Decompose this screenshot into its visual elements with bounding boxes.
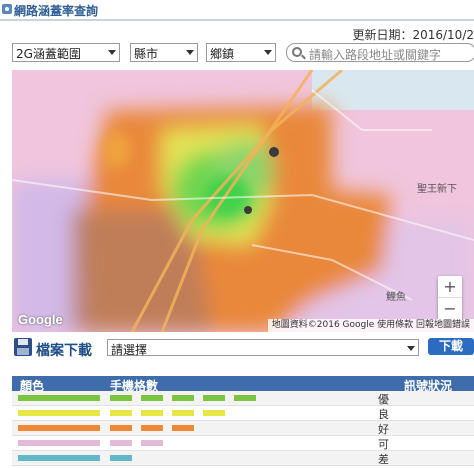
- zoom-out-button[interactable]: −: [438, 298, 462, 320]
- search-placeholder: 請輸入路段地址或關鍵字: [309, 48, 442, 62]
- map-canvas: 聖王新下 鯉魚: [12, 70, 474, 332]
- legend-color-swatch: [18, 455, 100, 461]
- location-pin-icon: [2, 4, 12, 14]
- signal-legend-table: 顏色 手機格數 訊號狀況 優良好可差: [12, 376, 474, 466]
- chevron-down-icon: [108, 50, 116, 55]
- coverage-select[interactable]: 2G涵蓋範圍: [12, 43, 120, 62]
- legend-rows: 優良好可差: [12, 391, 474, 466]
- county-select-value: 縣市: [134, 47, 159, 61]
- download-select[interactable]: 請選擇: [107, 339, 419, 357]
- signal-bar-icon: [141, 410, 163, 416]
- map-attribution[interactable]: 地圖資料©2016 Google 使用條款 回報地圖錯誤: [267, 319, 474, 332]
- filter-controls: 2G涵蓋範圍 縣市 鄉鎮 請輸入路段地址或關鍵字: [12, 43, 474, 62]
- signal-bar-icon: [110, 425, 132, 431]
- signal-bar-icon: [172, 395, 194, 401]
- legend-row: 差: [12, 451, 474, 466]
- county-select[interactable]: 縣市: [130, 43, 198, 62]
- legend-status: 優: [378, 393, 389, 406]
- legend-status: 良: [378, 408, 389, 421]
- signal-bar-icon: [203, 395, 225, 401]
- chevron-down-icon: [407, 346, 415, 351]
- legend-header: 顏色 手機格數 訊號狀況: [12, 376, 474, 393]
- signal-bar-icon: [110, 455, 132, 461]
- search-icon: [292, 47, 302, 57]
- chevron-down-icon: [186, 50, 194, 55]
- save-disk-icon: [14, 338, 32, 356]
- page-header: 網路涵蓋率查詢: [0, 0, 474, 22]
- legend-color-swatch: [18, 395, 100, 401]
- signal-bar-icon: [110, 440, 132, 446]
- update-date: 更新日期：2016/10/2: [352, 28, 474, 42]
- map-place-label: 聖王新下: [417, 182, 457, 195]
- download-button[interactable]: 下載: [428, 338, 474, 355]
- signal-bar-icon: [234, 395, 256, 401]
- header-divider: [0, 19, 474, 21]
- town-select-value: 鄉鎮: [210, 47, 235, 61]
- search-input[interactable]: 請輸入路段地址或關鍵字: [286, 43, 474, 62]
- coverage-select-value: 2G涵蓋範圍: [16, 47, 81, 61]
- legend-row: 好: [12, 421, 474, 436]
- legend-color-swatch: [18, 425, 100, 431]
- map-place-label: 鯉魚: [386, 290, 406, 303]
- signal-bar-icon: [172, 410, 194, 416]
- signal-bar-icon: [172, 425, 194, 431]
- town-select[interactable]: 鄉鎮: [206, 43, 276, 62]
- google-logo[interactable]: Google: [18, 312, 63, 327]
- download-label: 檔案下載: [36, 343, 92, 359]
- zoom-in-button[interactable]: +: [438, 276, 462, 298]
- signal-bar-icon: [203, 410, 225, 416]
- download-select-value: 請選擇: [111, 343, 148, 357]
- zoom-control: + −: [438, 276, 462, 320]
- legend-status: 差: [378, 453, 389, 466]
- download-bar: 檔案下載 請選擇 下載: [12, 338, 474, 359]
- legend-row: 良: [12, 406, 474, 421]
- signal-bar-icon: [141, 425, 163, 431]
- coverage-map[interactable]: 聖王新下 鯉魚 + − Google 地圖資料©2016 Google 使用條款…: [12, 70, 474, 332]
- legend-row: 可: [12, 436, 474, 451]
- chevron-down-icon: [264, 50, 272, 55]
- legend-row: 優: [12, 391, 474, 406]
- signal-bar-icon: [110, 395, 132, 401]
- legend-color-swatch: [18, 440, 100, 446]
- signal-bar-icon: [141, 395, 163, 401]
- signal-bar-icon: [110, 410, 132, 416]
- legend-status: 好: [378, 423, 389, 436]
- legend-status: 可: [378, 438, 389, 451]
- page-title: 網路涵蓋率查詢: [14, 4, 99, 18]
- legend-color-swatch: [18, 410, 100, 416]
- signal-bar-icon: [141, 440, 163, 446]
